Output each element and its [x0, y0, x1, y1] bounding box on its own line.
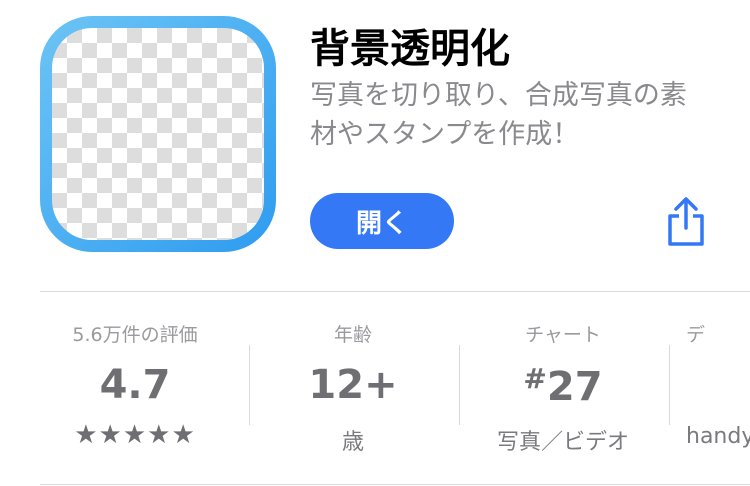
- bottom-divider: [40, 484, 750, 485]
- ratings-info[interactable]: 5.6万件の評価 4.7 ★★★★★: [40, 292, 230, 482]
- column-separator: [669, 345, 670, 425]
- share-icon: [668, 197, 704, 246]
- developer-label: デ: [686, 324, 706, 346]
- open-button[interactable]: 開く: [310, 193, 454, 249]
- chart-info[interactable]: チャート #27 写真／ビデオ: [468, 292, 658, 482]
- checkerboard-pattern: [52, 28, 264, 240]
- age-label: 年齢: [333, 324, 372, 346]
- column-separator: [459, 345, 460, 425]
- star-rating-icons: ★★★★★: [74, 420, 196, 450]
- chart-rank: #27: [468, 362, 658, 410]
- app-subtitle: 写真を切り取り、合成写真の素材やスタンプを作成！: [310, 80, 687, 150]
- age-info[interactable]: 年齢 12+ 歳: [258, 292, 448, 482]
- app-icon: [40, 16, 276, 252]
- column-separator: [249, 345, 250, 425]
- ratings-count-label: 5.6万件の評価: [72, 324, 198, 346]
- chart-category: 写真／ビデオ: [496, 430, 629, 455]
- chart-label: チャート: [525, 324, 601, 346]
- age-unit: 歳: [341, 430, 364, 455]
- rank-number: 27: [546, 364, 603, 410]
- share-button[interactable]: [664, 196, 708, 248]
- app-title: 背景透明化: [310, 26, 510, 72]
- developer-info[interactable]: デ handy: [686, 292, 750, 482]
- rating-value: 4.7: [99, 362, 171, 408]
- rank-prefix: #: [523, 362, 547, 395]
- developer-name: handy: [686, 424, 750, 449]
- age-value: 12+: [308, 362, 398, 408]
